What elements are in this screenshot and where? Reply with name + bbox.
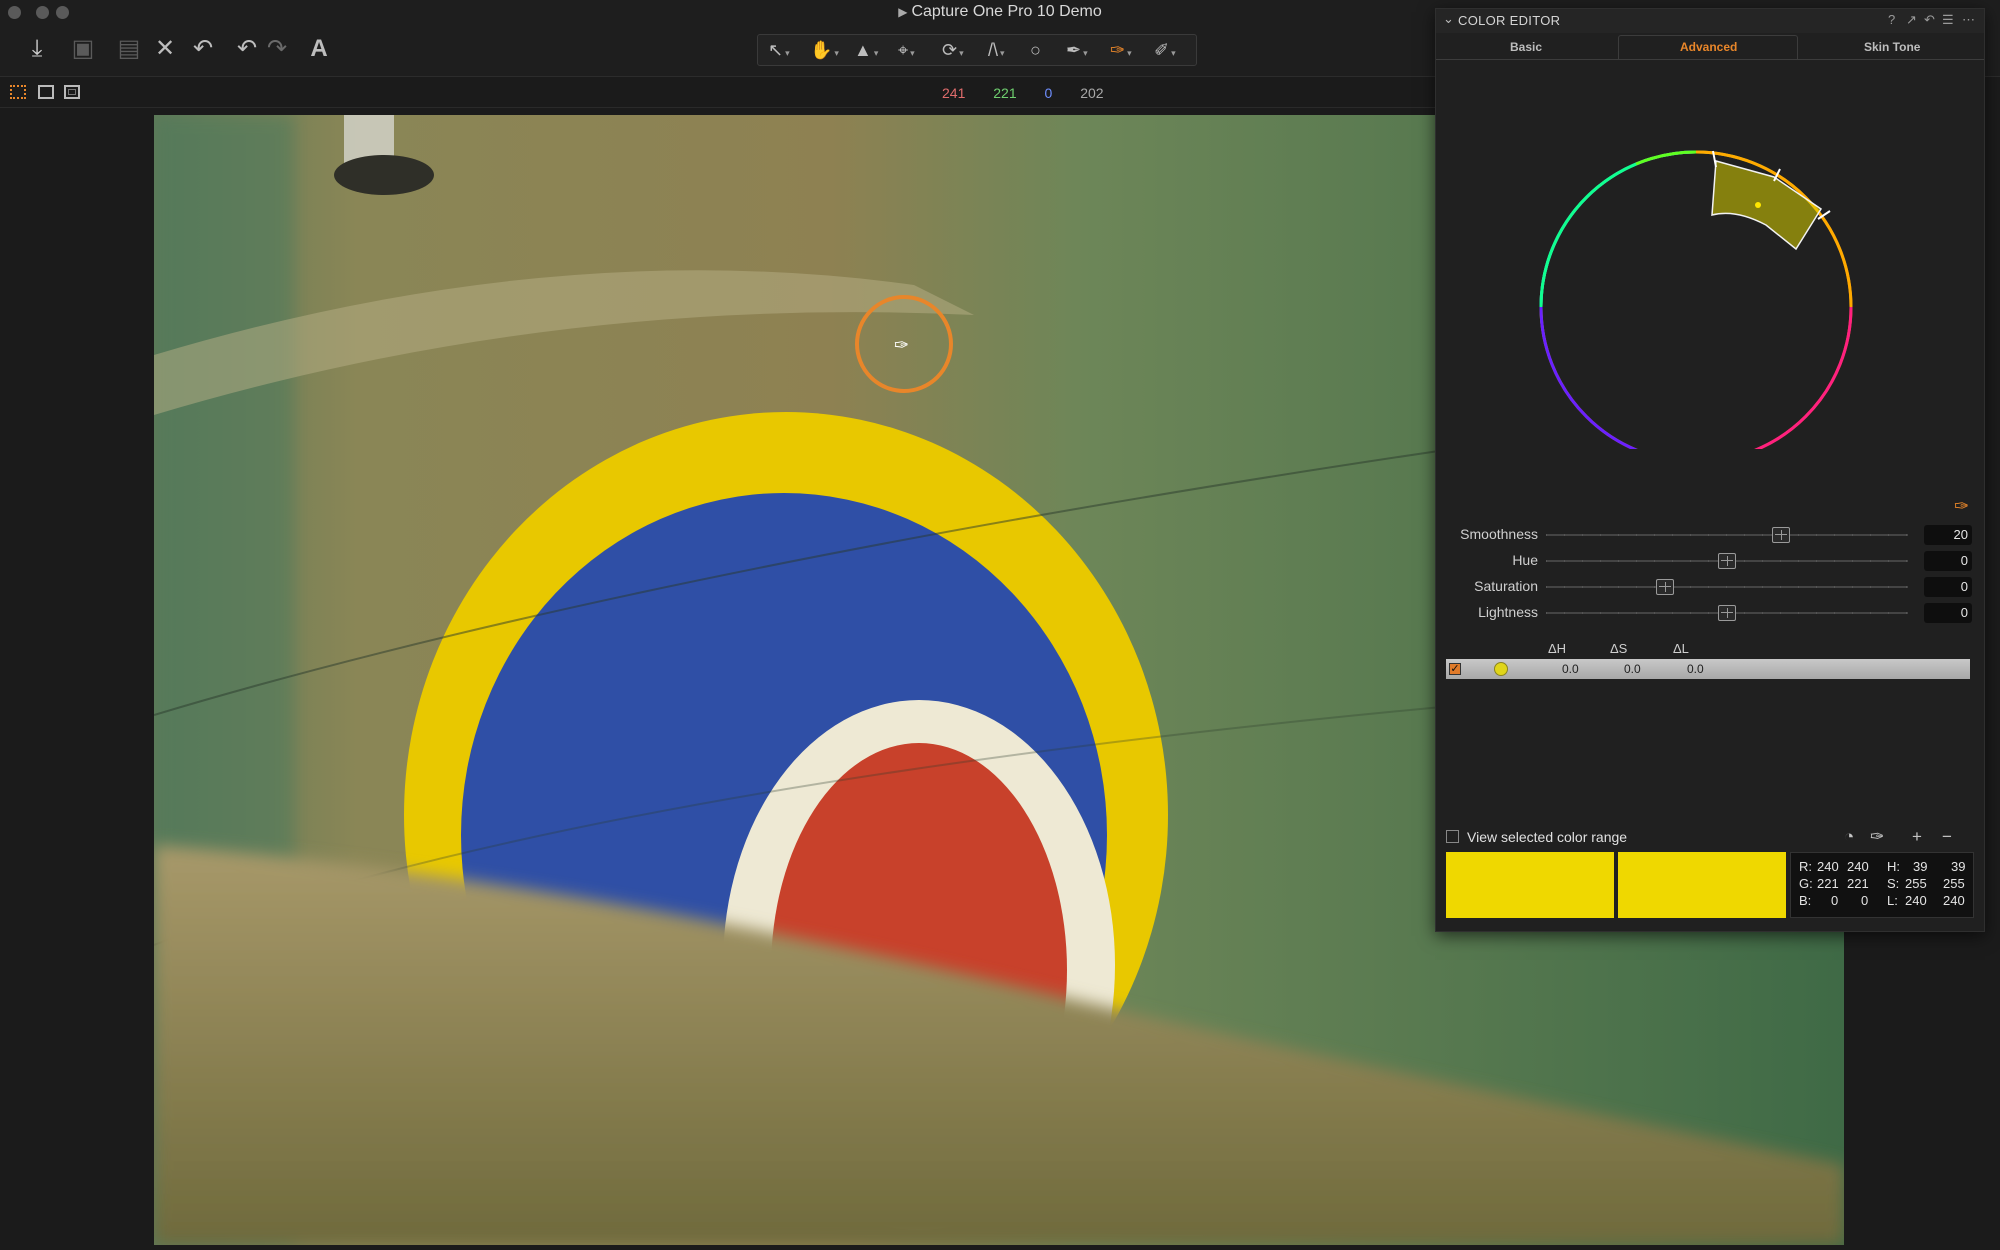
pan-tool-icon[interactable]: ✋ ▾ xyxy=(810,38,839,62)
tab-advanced[interactable]: Advanced xyxy=(1680,40,1737,54)
hue-label: Hue xyxy=(1512,552,1538,568)
picker-add-icon[interactable]: ✑ xyxy=(1870,827,1884,847)
more-icon[interactable]: ⋯ xyxy=(1962,12,1975,28)
saturation-knob[interactable] xyxy=(1656,579,1675,595)
tab-basic[interactable]: Basic xyxy=(1510,40,1542,54)
readout-red: 241 xyxy=(942,85,966,101)
pointer-tool-icon[interactable]: ↖ ▾ xyxy=(768,38,790,62)
add-icon[interactable]: + xyxy=(1912,827,1922,847)
filmstrip-view-icon[interactable] xyxy=(64,85,80,99)
color-picker-icon[interactable]: ✑ xyxy=(1954,496,1969,517)
view-range-toggle[interactable]: View selected color range xyxy=(1446,829,1627,845)
color-picker-tool-icon[interactable]: ✑ ▾ xyxy=(1110,38,1132,62)
delete-icon[interactable]: ✕ xyxy=(150,34,180,64)
row-delta-lightness: 0.0 xyxy=(1687,662,1704,676)
readout-blue: 0 xyxy=(1044,85,1053,101)
color-list-row[interactable]: ✓ 0.0 0.0 0.0 xyxy=(1446,659,1970,679)
hue-slider[interactable]: Hue 0 xyxy=(1436,549,1984,573)
smoothness-knob[interactable] xyxy=(1772,527,1791,543)
view-range-checkbox[interactable] xyxy=(1446,830,1459,843)
cursor-tools-group: ↖ ▾ ✋ ▾ ▲ ▾ ⌖ ▾ ⟳ ▾ /\ ▾ ○ ✒ ▾ ✑ ▾ ✐ ▾ xyxy=(757,34,1197,66)
smoothness-label: Smoothness xyxy=(1460,526,1538,542)
color-list-header: ΔH ΔS ΔL xyxy=(1436,641,1984,657)
lightness-knob[interactable] xyxy=(1718,605,1736,621)
row-delta-hue: 0.0 xyxy=(1562,662,1579,676)
view-range-label: View selected color range xyxy=(1467,829,1628,845)
view-bar: 241 221 0 202 xyxy=(0,77,1440,108)
color-wheel[interactable] xyxy=(1536,129,1856,449)
color-editor-panel: ⌄ COLOR EDITOR ? ↗ ↶ ☰ ⋯ Basic Advanced … xyxy=(1435,8,1985,932)
keystone-tool-icon[interactable]: ▲ ▾ xyxy=(854,38,878,62)
smoothness-slider[interactable]: Smoothness 20 xyxy=(1436,523,1984,547)
readout-green: 221 xyxy=(993,85,1017,101)
panel-title: COLOR EDITOR xyxy=(1458,13,1561,28)
undo-alt-icon[interactable]: ↶ xyxy=(232,34,262,64)
redo-icon[interactable]: ↷ xyxy=(262,34,292,64)
straighten-tool-icon[interactable]: /\ ▾ xyxy=(988,38,1005,62)
hue-knob[interactable] xyxy=(1718,553,1736,569)
single-view-icon[interactable] xyxy=(38,85,54,99)
grid-view-icon[interactable] xyxy=(10,85,26,99)
spot-tool-icon[interactable]: ○ xyxy=(1030,38,1041,62)
tab-skin-tone[interactable]: Skin Tone xyxy=(1864,40,1920,54)
panel-header: ⌄ COLOR EDITOR ? ↗ ↶ ☰ ⋯ xyxy=(1436,9,1984,33)
crop-tool-icon[interactable]: ⌖ ▾ xyxy=(898,38,915,62)
camera-icon[interactable]: ▣ xyxy=(68,34,98,64)
color-values-readout: R: 240 240 G: 221 221 B: 0 0 H: 39 39 S:… xyxy=(1790,852,1974,918)
presets-icon[interactable]: ☰ xyxy=(1942,12,1954,28)
export-icon[interactable]: ▤ xyxy=(114,34,144,64)
undo-icon[interactable]: ↶ xyxy=(188,34,218,64)
remove-icon[interactable]: − xyxy=(1942,827,1952,847)
lightness-slider[interactable]: Lightness 0 xyxy=(1436,601,1984,625)
picker-cursor-icon: ✑ xyxy=(894,335,909,356)
delta-hue-header: ΔH xyxy=(1548,641,1567,656)
lightness-label: Lightness xyxy=(1478,604,1538,620)
lightness-value[interactable]: 0 xyxy=(1924,603,1972,623)
saturation-label: Saturation xyxy=(1474,578,1538,594)
import-icon[interactable]: ⤓ xyxy=(22,34,52,64)
readout-luminance: 202 xyxy=(1080,85,1104,101)
smoothness-value[interactable]: 20 xyxy=(1924,525,1972,545)
window-title-text: Capture One Pro 10 Demo xyxy=(911,3,1102,20)
enable-checkbox[interactable]: ✓ xyxy=(1449,663,1461,675)
reset-icon[interactable]: ↶ xyxy=(1924,12,1935,28)
original-color-swatch xyxy=(1446,852,1614,918)
delta-saturation-header: ΔS xyxy=(1610,641,1628,656)
color-readout: 241 221 0 202 xyxy=(942,85,1128,101)
row-delta-saturation: 0.0 xyxy=(1624,662,1641,676)
adjusted-color-swatch xyxy=(1618,852,1786,918)
color-swatch-dot xyxy=(1494,662,1508,676)
rotate-tool-icon[interactable]: ⟳ ▾ xyxy=(942,38,964,62)
tab-bar: Basic Advanced Skin Tone xyxy=(1436,35,1984,60)
annotate-tool-icon[interactable]: ✐ ▾ xyxy=(1154,38,1176,62)
expand-icon[interactable]: ↗ xyxy=(1906,12,1917,28)
help-icon[interactable]: ? xyxy=(1888,12,1895,27)
saturation-slider[interactable]: Saturation 0 xyxy=(1436,575,1984,599)
hue-value[interactable]: 0 xyxy=(1924,551,1972,571)
saturation-value[interactable]: 0 xyxy=(1924,577,1972,597)
text-icon[interactable]: A xyxy=(304,34,334,64)
brush-tool-icon[interactable]: ✒ ▾ xyxy=(1066,38,1088,62)
pie-chart-icon[interactable]: ◔ xyxy=(1844,827,1854,847)
delta-lightness-header: ΔL xyxy=(1673,641,1689,656)
app-icon: ▶ xyxy=(898,5,908,19)
chevron-down-icon[interactable]: ⌄ xyxy=(1443,11,1454,27)
